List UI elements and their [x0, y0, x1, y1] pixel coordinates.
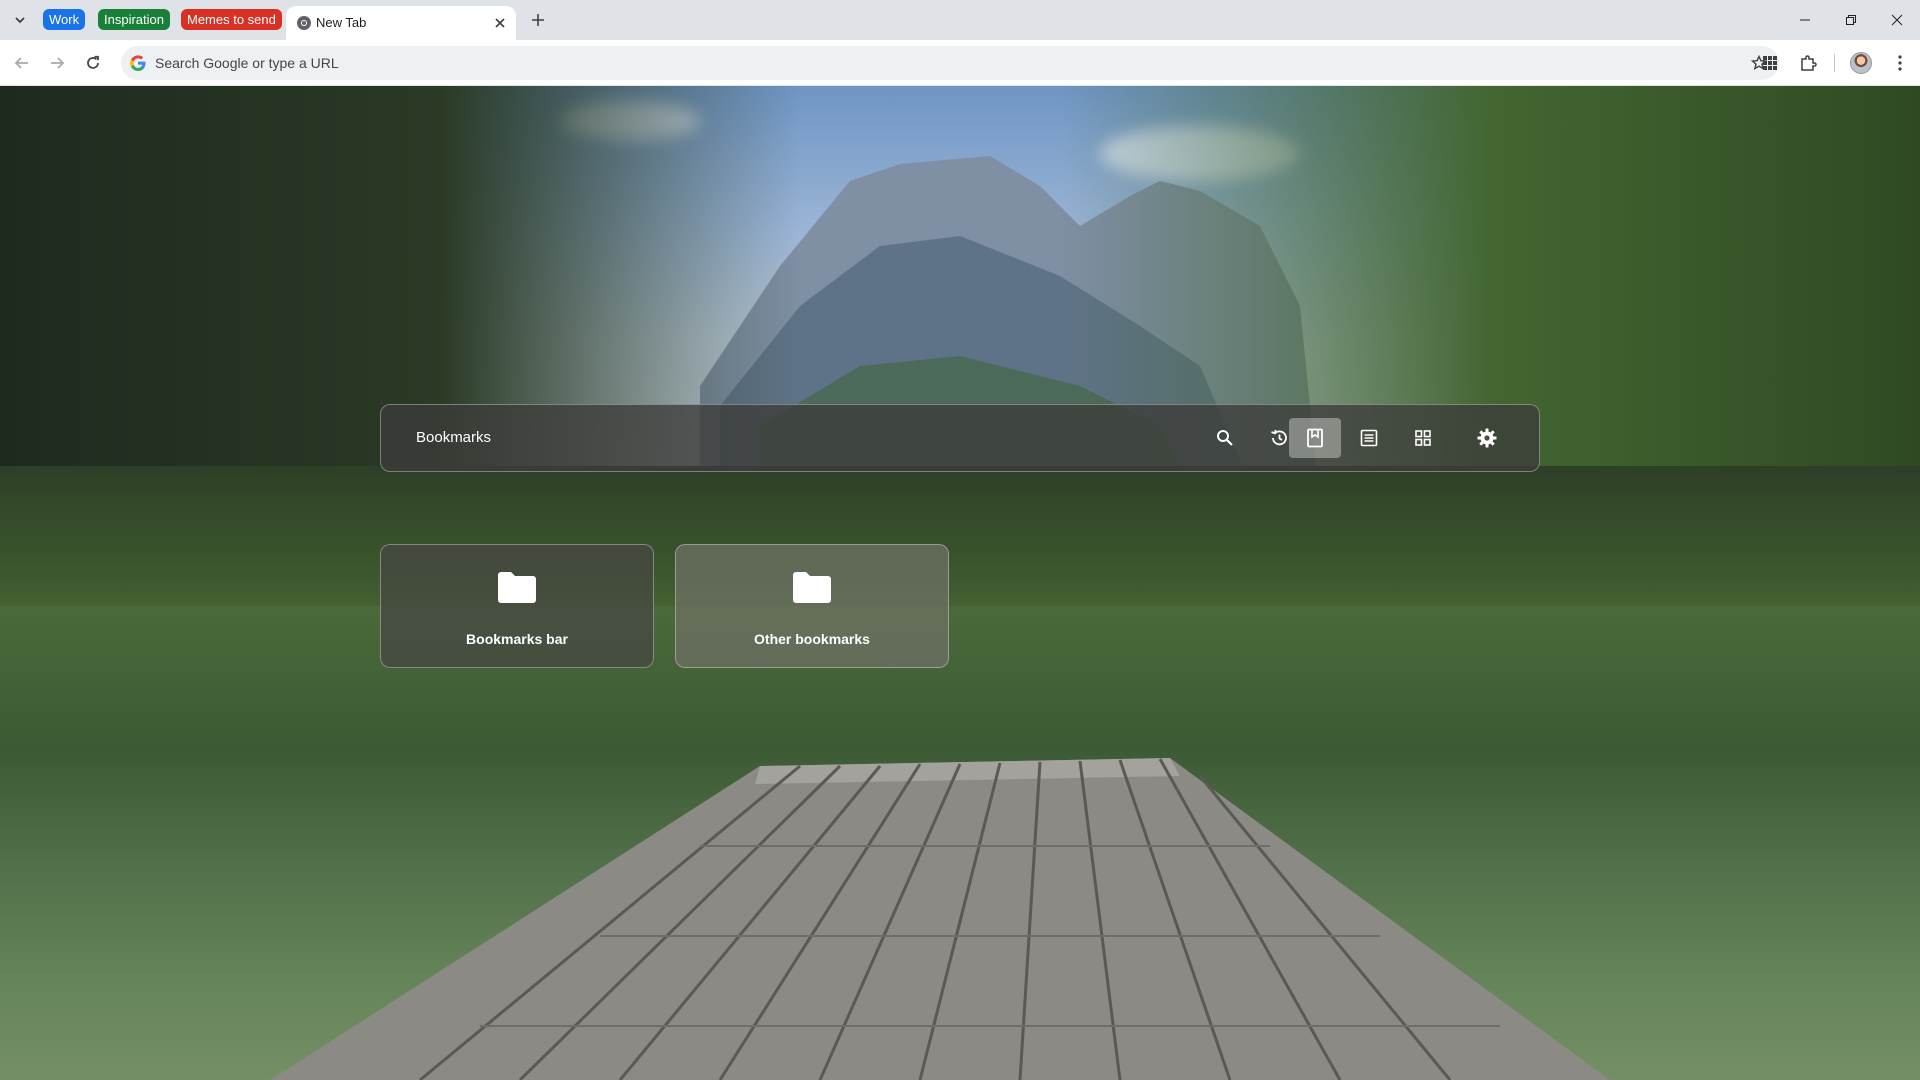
reload-button[interactable] [79, 49, 107, 77]
window-close-button[interactable] [1874, 0, 1920, 40]
menu-button[interactable] [1887, 50, 1913, 76]
plus-icon [532, 14, 544, 26]
minimize-button[interactable] [1782, 0, 1828, 40]
new-tab-button[interactable] [526, 8, 550, 32]
browser-toolbar [0, 40, 1920, 86]
chrome-icon [297, 16, 311, 30]
arrow-left-icon [14, 57, 28, 69]
tab-group-memes[interactable]: Memes to send [181, 9, 282, 30]
address-bar[interactable] [121, 46, 1779, 80]
chevron-down-icon [15, 17, 25, 24]
tab-title: New Tab [316, 15, 367, 30]
google-icon [130, 55, 146, 71]
omnibox-input[interactable] [155, 46, 1715, 80]
shortcuts-grid-button[interactable] [1397, 418, 1449, 458]
profile-button[interactable] [1848, 50, 1874, 76]
background-pier [270, 758, 1610, 1080]
puzzle-icon [1801, 55, 1817, 71]
close-icon [495, 18, 505, 28]
back-button[interactable] [8, 49, 36, 77]
bookmark-folder-label: Bookmarks bar [466, 631, 568, 647]
panel-title: Bookmarks [416, 429, 492, 446]
toolbar-divider [1834, 54, 1835, 72]
avatar [1850, 52, 1872, 74]
apps-grid-icon [1763, 56, 1777, 70]
bookmark-folder-label: Other bookmarks [754, 631, 870, 647]
new-tab-page: Bookmarks Bookmarks bar Other bookmarks [0, 86, 1920, 1080]
grid-icon [1415, 430, 1431, 446]
reload-icon [87, 55, 99, 69]
bookmark-folder-tile[interactable]: Bookmarks bar [380, 544, 654, 668]
gear-icon [1477, 428, 1497, 448]
settings-button[interactable] [1461, 418, 1513, 458]
bookmark-folder-tile[interactable]: Other bookmarks [675, 544, 949, 668]
bookmarks-button[interactable] [1289, 418, 1341, 458]
restore-icon [1846, 15, 1856, 25]
history-icon [1271, 429, 1287, 446]
reading-list-button[interactable] [1343, 418, 1395, 458]
close-icon [1891, 14, 1903, 26]
folder-icon [793, 572, 831, 603]
tab-group-work[interactable]: Work [43, 9, 86, 30]
tab-group-inspiration[interactable]: Inspiration [98, 9, 170, 30]
tab-new-tab[interactable]: New Tab [286, 6, 516, 40]
restore-button[interactable] [1828, 0, 1874, 40]
reading-list-icon [1360, 429, 1378, 447]
close-tab-button[interactable] [490, 13, 510, 33]
search-icon [1217, 430, 1233, 446]
bookmark-icon [1307, 428, 1323, 448]
arrow-right-icon [51, 57, 65, 69]
more-vertical-icon [1898, 55, 1902, 71]
tab-search-button[interactable] [6, 8, 34, 32]
minimize-icon [1800, 19, 1810, 21]
tab-strip: Work Inspiration Memes to send New Tab [0, 0, 1920, 40]
extensions-button[interactable] [1795, 50, 1821, 76]
folder-icon [498, 572, 536, 603]
search-button[interactable] [1199, 418, 1251, 458]
forward-button[interactable] [43, 49, 71, 77]
apps-button[interactable] [1757, 50, 1783, 76]
bookmarks-panel-header: Bookmarks [380, 404, 1540, 472]
